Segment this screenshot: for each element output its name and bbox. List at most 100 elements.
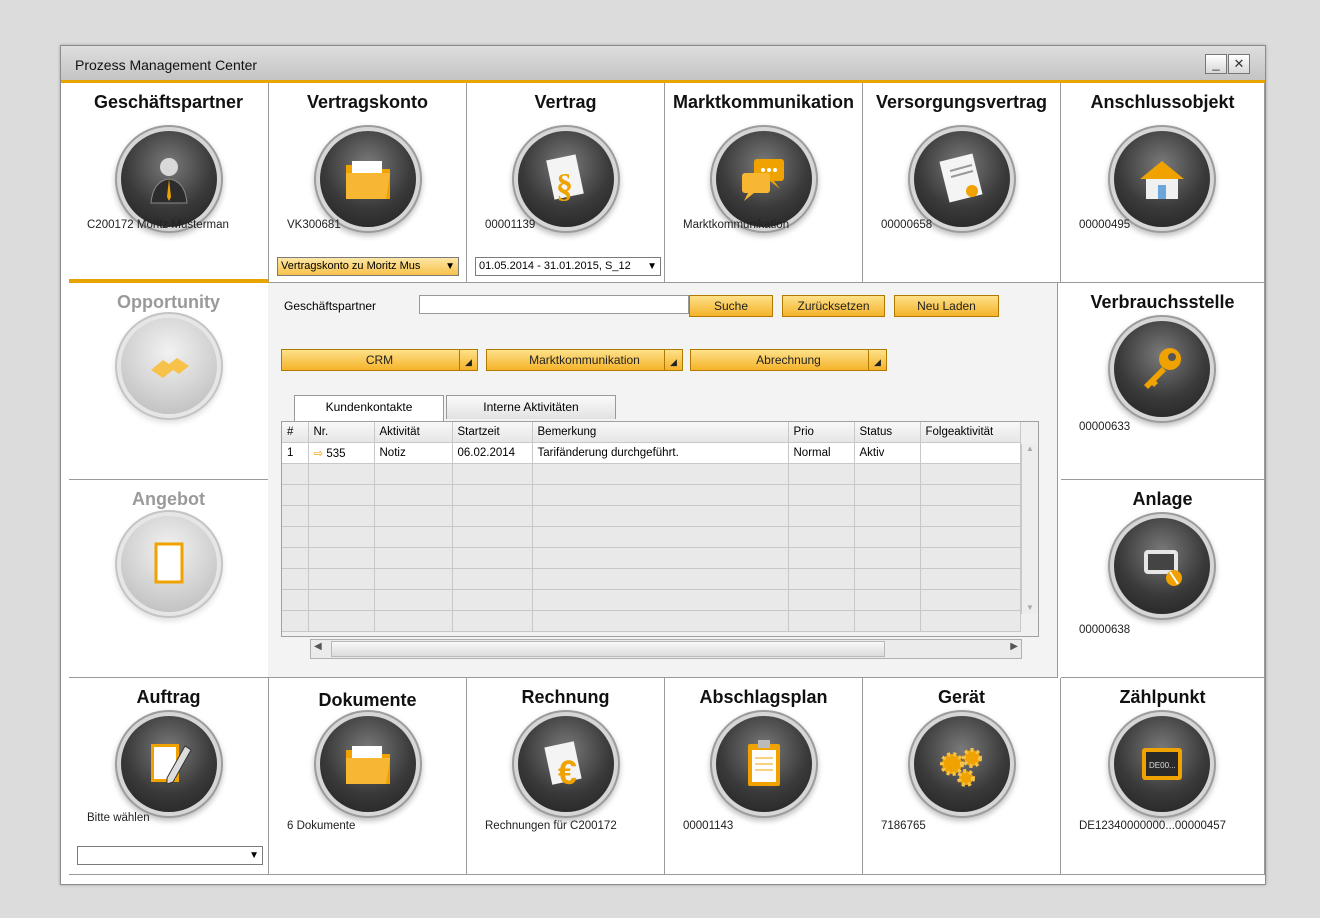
abrechnung-menu-button[interactable]: Abrechnung ◢ (690, 349, 887, 371)
activity-table[interactable]: # Nr. Aktivität Startzeit Bemerkung Prio… (281, 421, 1039, 637)
tile-label: Verbrauchsstelle (1090, 292, 1235, 312)
tile-anlage[interactable]: Anlage 00000638 (1061, 480, 1265, 678)
neu-laden-button[interactable]: Neu Laden (894, 295, 999, 317)
cell-status: Aktiv (854, 442, 921, 464)
col-header[interactable]: Status (854, 422, 921, 443)
tab-interne-aktivitaeten[interactable]: Interne Aktivitäten (446, 395, 616, 419)
search-label: Geschäftspartner (284, 299, 377, 313)
tile-geschaeftspartner[interactable]: Geschäftspartner C200172 Moritz Musterma… (69, 83, 269, 283)
tile-value: 6 Dokumente (287, 820, 356, 832)
tile-value: 7186765 (881, 820, 926, 832)
arrow-right-icon[interactable]: ⇨ (314, 448, 324, 460)
table-row[interactable] (282, 526, 1021, 548)
col-header[interactable]: Nr. (308, 422, 375, 443)
tile-opportunity[interactable]: Opportunity (69, 283, 269, 480)
vertragskonto-select[interactable]: Vertragskonto zu Moritz Mus ▼ (277, 257, 459, 276)
tab-kundenkontakte[interactable]: Kundenkontakte (294, 395, 444, 421)
svg-text:€: € (558, 754, 577, 792)
order-pen-icon[interactable] (121, 716, 217, 812)
dropdown-arrow-icon: ◢ (459, 350, 477, 370)
tile-verbrauchsstelle[interactable]: Verbrauchsstelle 00000633 (1061, 283, 1265, 480)
plug-icon[interactable] (1114, 518, 1210, 614)
close-button[interactable]: ✕ (1228, 54, 1250, 74)
tile-rechnung[interactable]: Rechnung € Rechnungen für C200172 (467, 678, 665, 875)
scroll-thumb[interactable] (331, 641, 885, 657)
clipboard-icon[interactable] (716, 716, 812, 812)
invoice-euro-icon[interactable]: € (518, 716, 614, 812)
zuruecksetzen-button[interactable]: Zurücksetzen (782, 295, 885, 317)
tile-auftrag[interactable]: Auftrag Bitte wählen ▼ (69, 678, 269, 875)
tile-label: Angebot (132, 489, 205, 509)
table-row[interactable] (282, 568, 1021, 590)
col-header[interactable]: Startzeit (452, 422, 533, 443)
scroll-up-icon[interactable]: ▲ (1022, 444, 1038, 453)
tile-value: 00000658 (881, 219, 933, 231)
col-header[interactable]: Prio (788, 422, 855, 443)
tile-geraet[interactable]: Gerät 7186765 (863, 678, 1061, 875)
tile-value: Marktkommunikation (683, 219, 790, 231)
tile-label: Vertrag (534, 92, 597, 112)
tile-label: Vertragskonto (306, 92, 429, 112)
suche-button[interactable]: Suche (689, 295, 773, 317)
cell-nr[interactable]: ⇨ 535 (308, 442, 375, 464)
menu-label: Abrechnung (756, 353, 821, 367)
table-row[interactable] (282, 484, 1021, 506)
menu-label: Marktkommunikation (529, 353, 640, 367)
table-row[interactable] (282, 463, 1021, 485)
col-header[interactable]: Folgeaktivität (920, 422, 1021, 443)
tile-label: Abschlagsplan (699, 687, 828, 707)
table-row[interactable] (282, 589, 1021, 611)
search-panel: Geschäftspartner Suche Zurücksetzen Neu … (268, 283, 1058, 678)
vertical-scrollbar[interactable]: ▲ ▼ (1021, 444, 1038, 614)
gears-icon[interactable] (914, 716, 1010, 812)
tile-vertrag[interactable]: Vertrag § 00001139 01.05.2014 - 31.01.20… (467, 83, 665, 283)
tile-vertragskonto[interactable]: Vertragskonto VK300681 Vertragskonto zu … (269, 83, 467, 283)
tile-dokumente[interactable]: Dokumente 6 Dokumente (269, 678, 467, 875)
table-row[interactable]: 1 ⇨ 535 Notiz 06.02.2014 Tarifänderung d… (282, 442, 1021, 464)
tile-value: Rechnungen für C200172 (485, 820, 617, 832)
document-seal-icon[interactable] (914, 131, 1010, 227)
table-row[interactable] (282, 547, 1021, 569)
tile-value: Bitte wählen (87, 812, 150, 824)
key-icon[interactable] (1114, 321, 1210, 417)
title-bar: Prozess Management Center _ ✕ (61, 46, 1265, 83)
puzzle-icon[interactable] (121, 318, 217, 414)
chat-bubbles-icon[interactable] (716, 131, 812, 227)
svg-text:§: § (556, 168, 573, 205)
table-row[interactable] (282, 505, 1021, 527)
document-icon[interactable] (121, 516, 217, 612)
tile-label: Geschäftspartner (93, 92, 244, 112)
person-icon[interactable] (121, 131, 217, 227)
horizontal-scrollbar[interactable]: ◀ ▶ (310, 639, 1022, 659)
cell-prio: Normal (788, 442, 855, 464)
documents-folder-icon[interactable] (320, 716, 416, 812)
tile-anschlussobjekt[interactable]: Anschlussobjekt 00000495 (1061, 83, 1265, 283)
col-header[interactable]: Aktivität (374, 422, 453, 443)
geschaeftspartner-input[interactable] (419, 295, 689, 314)
scroll-right-icon[interactable]: ▶ (1010, 641, 1018, 652)
vertrag-select[interactable]: 01.05.2014 - 31.01.2015, S_12 ▼ (475, 257, 661, 276)
tile-versorgungsvertrag[interactable]: Versorgungsvertrag 00000658 (863, 83, 1061, 283)
scroll-left-icon[interactable]: ◀ (314, 641, 322, 652)
table-row[interactable] (282, 610, 1021, 632)
tile-marktkommunikation[interactable]: Marktkommunikation Marktkommunikation (665, 83, 863, 283)
house-icon[interactable] (1114, 131, 1210, 227)
auftrag-select[interactable]: ▼ (77, 846, 263, 865)
tile-abschlagsplan[interactable]: Abschlagsplan 00001143 (665, 678, 863, 875)
meter-display-icon[interactable]: DE00... (1114, 716, 1210, 812)
minimize-button[interactable]: _ (1205, 54, 1227, 74)
tile-zaehlpunkt[interactable]: Zählpunkt DE00... DE12340000000...000004… (1061, 678, 1265, 875)
window-title: Prozess Management Center (75, 57, 258, 73)
tile-value: 00001143 (683, 820, 734, 832)
crm-menu-button[interactable]: CRM ◢ (281, 349, 478, 371)
contract-icon[interactable]: § (518, 131, 614, 227)
marktkommunikation-menu-button[interactable]: Marktkommunikation ◢ (486, 349, 683, 371)
folder-icon[interactable] (320, 131, 416, 227)
chevron-down-icon: ▼ (647, 261, 657, 272)
col-header[interactable]: Bemerkung (532, 422, 789, 443)
col-header[interactable]: # (282, 422, 309, 443)
scroll-down-icon[interactable]: ▼ (1022, 603, 1038, 612)
tile-angebot[interactable]: Angebot (69, 480, 269, 678)
tile-value: DE12340000000...00000457 (1079, 820, 1227, 832)
tile-label: Rechnung (521, 687, 610, 707)
